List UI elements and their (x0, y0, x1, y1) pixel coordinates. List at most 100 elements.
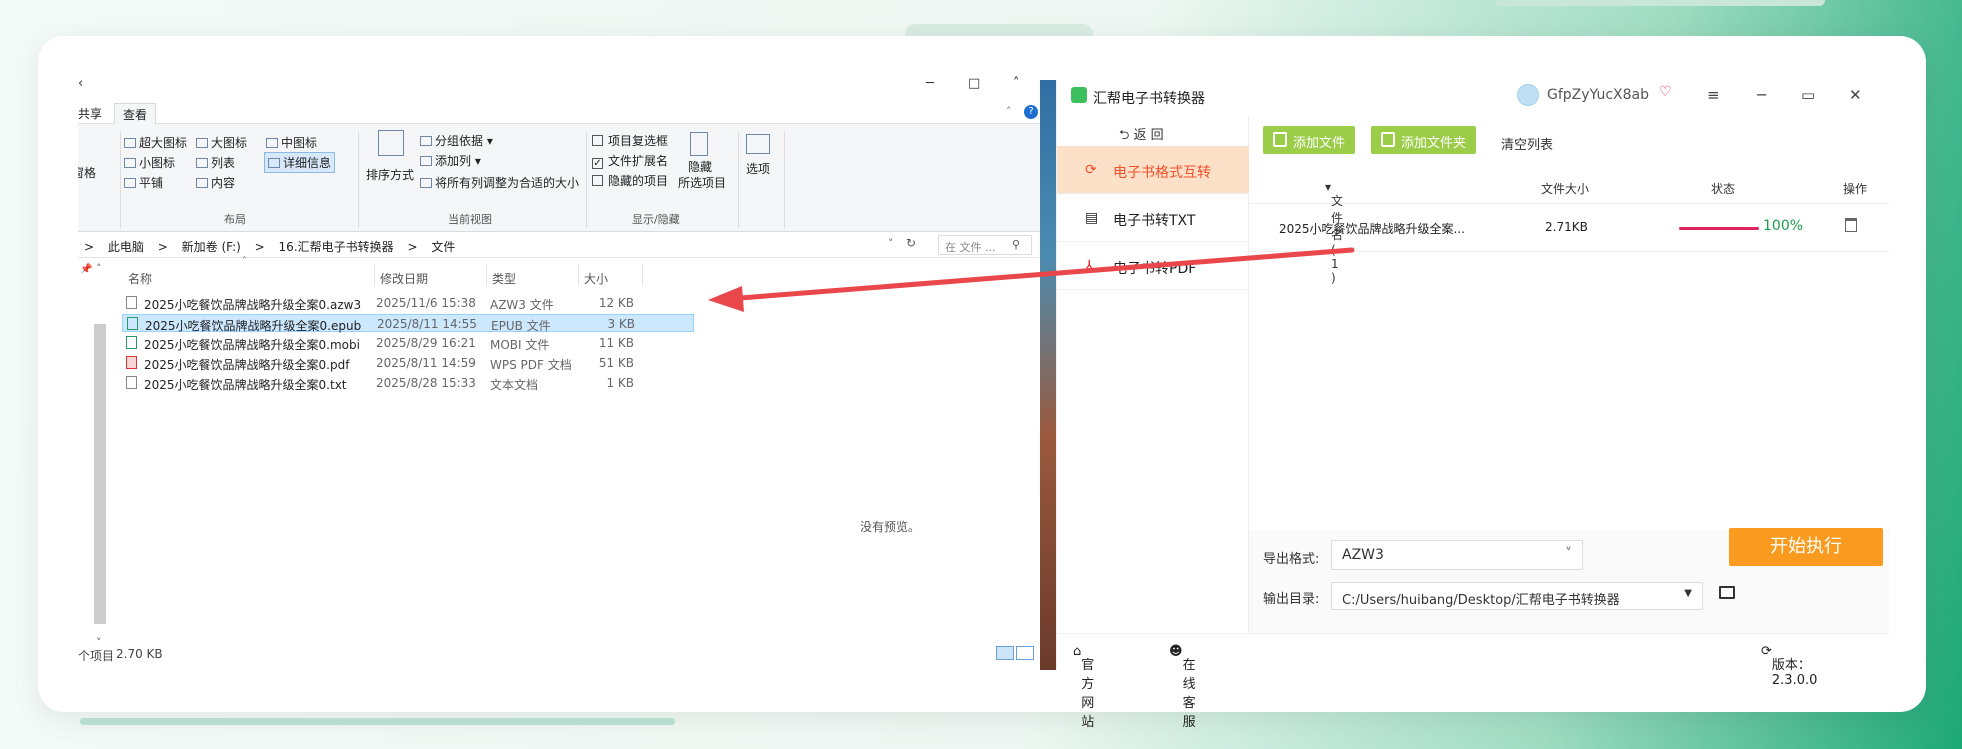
output-dir-select[interactable]: C:/Users/huibang/Desktop/汇帮电子书转换器 ▼ (1331, 582, 1703, 610)
column-header-date[interactable]: 修改日期 (380, 270, 428, 287)
layout-extra-large[interactable]: 超大图标 (124, 134, 187, 151)
avatar[interactable] (1517, 84, 1539, 106)
folder-open-icon[interactable] (1719, 586, 1735, 599)
back-button[interactable]: ⮌ 返 回 (1119, 124, 1164, 148)
collapse-ribbon-button[interactable]: ˄ (1013, 76, 1020, 91)
item-checkbox-toggle[interactable]: 项目复选框 (592, 132, 668, 149)
add-file-icon (1273, 132, 1287, 147)
row-filename: 2025小吃餐饮品牌战略升级全案... (1279, 222, 1465, 236)
start-button[interactable]: 开始执行 (1729, 528, 1883, 566)
options-icon (746, 134, 770, 154)
clear-list-button[interactable]: 清空列表 (1501, 134, 1553, 153)
hide-selected-button[interactable]: 隐藏 (688, 158, 712, 175)
maximize-icon[interactable]: ▭ (1801, 86, 1815, 104)
file-row-txt[interactable]: 2025小吃餐饮品牌战略升级全案0.txt 2025/8/28 15:33 文本… (122, 374, 694, 392)
crumb-drive[interactable]: 新加卷 (F:) (182, 240, 241, 254)
pane-label[interactable]: 窗格 (78, 164, 96, 181)
pdf-icon (126, 356, 137, 369)
file-row-pdf[interactable]: 2025小吃餐饮品牌战略升级全案0.pdf 2025/8/11 14:59 WP… (122, 354, 694, 372)
tab-share[interactable]: 共享 (78, 103, 110, 124)
progress-bar (1679, 227, 1759, 230)
file-size: 51 KB (598, 356, 634, 370)
details-view-icon[interactable] (996, 646, 1014, 660)
column-header-size[interactable]: 大小 (584, 270, 608, 287)
file-name: 2025小吃餐饮品牌战略升级全案0.epub (145, 319, 362, 333)
layout-details[interactable]: 详细信息 (264, 152, 336, 173)
column-header-action: 操作 (1843, 182, 1868, 196)
sidebar-item-to-pdf[interactable]: ⅄ 电子书转PDF (1057, 242, 1249, 290)
tab-view[interactable]: 查看 (114, 103, 157, 125)
table-row[interactable]: 2025小吃餐饮品牌战略升级全案... 2.71KB 100% (1249, 204, 1889, 252)
trash-icon[interactable] (1845, 218, 1857, 232)
version-label: ⟳ 版本： 2.3.0.0 (1761, 644, 1818, 688)
file-size: 12 KB (598, 296, 634, 310)
file-icon (126, 296, 137, 309)
hide-selected-label-2[interactable]: 所选项目 (678, 174, 726, 191)
address-bar[interactable]: > 此电脑 > 新加卷 (F:) > 16.汇帮电子书转换器 > 文件 ˅ ↻ … (78, 232, 1040, 258)
selection-size: 2.70 KB (116, 647, 163, 661)
file-type: 文本文档 (490, 378, 539, 392)
layout-small[interactable]: 小图标 (124, 154, 175, 171)
file-type: AZW3 文件 (490, 298, 554, 312)
file-row-mobi[interactable]: 2025小吃餐饮品牌战略升级全案0.mobi 2025/8/29 16:21 M… (122, 334, 694, 352)
help-icon[interactable]: ? (1024, 105, 1038, 119)
vip-badge-icon[interactable]: ♡ (1659, 84, 1672, 100)
layout-list[interactable]: 列表 (196, 154, 235, 171)
status-bar: 个项目 2.70 KB (78, 644, 1040, 666)
close-icon[interactable]: ✕ (1849, 86, 1862, 104)
file-row-azw3[interactable]: 2025小吃餐饮品牌战略升级全案0.azw3 2025/11/6 15:38 A… (122, 294, 694, 312)
ribbon-tabs: 共享 查看 ˄ ? (78, 102, 1040, 125)
crumb-folder[interactable]: 16.汇帮电子书转换器 (279, 240, 394, 254)
column-header-type[interactable]: 类型 (492, 270, 516, 287)
converter-app-window: 汇帮电子书转换器 GfpZyYucX8ab ♡ ≡ ─ ▭ ✕ ⮌ 返 回 ⟳ … (1056, 80, 1889, 730)
menu-icon[interactable]: ≡ (1707, 86, 1720, 104)
app-footer: ⌂ 官方网站 ☻ 在线客服 ⟳ 版本： 2.3.0.0 (1057, 633, 1889, 730)
chevron-up-icon[interactable]: ˄ (1006, 105, 1012, 118)
file-type: WPS PDF 文档 (490, 358, 572, 372)
column-header-status: 状态 (1711, 182, 1736, 196)
fit-columns-button[interactable]: 将所有列调整为合适的大小 (420, 174, 579, 191)
export-format-select[interactable]: AZW3 ˅ (1331, 540, 1583, 570)
sort-icon[interactable] (378, 130, 404, 156)
group-by-button[interactable]: 分组依据 ▾ (420, 132, 493, 149)
layout-content[interactable]: 内容 (196, 174, 235, 191)
refresh-icon[interactable]: ↻ (906, 236, 916, 250)
file-size: 11 KB (598, 336, 634, 350)
background-decoration (1495, 0, 1825, 6)
layout-medium[interactable]: 中图标 (266, 134, 317, 151)
file-extension-toggle[interactable]: ✓ 文件扩展名 (592, 152, 668, 169)
crumb-current[interactable]: 文件 (431, 240, 455, 254)
column-header-filename[interactable]: ▾ 文件名 ( 1 ) (1325, 180, 1343, 285)
file-explorer-window: ‹ ─ □ ˄ 共享 查看 ˄ ? 窗格 超大图标 大图标 中图标 小图标 列表… (78, 72, 1040, 672)
file-row-epub[interactable]: 2025小吃餐饮品牌战略升级全案0.epub 2025/8/11 14:55 E… (122, 314, 694, 333)
crumb-this-pc[interactable]: 此电脑 (108, 240, 144, 254)
maximize-button[interactable]: □ (968, 76, 980, 91)
minimize-icon[interactable]: ─ (1757, 86, 1766, 104)
caret-down-icon: ▼ (1684, 588, 1692, 599)
add-folder-button[interactable]: 添加文件夹 (1371, 126, 1477, 154)
add-file-button[interactable]: 添加文件 (1263, 126, 1356, 154)
add-column-button[interactable]: 添加列 ▾ (420, 152, 481, 169)
file-name: 2025小吃餐饮品牌战略升级全案0.mobi (144, 338, 360, 352)
minimize-button[interactable]: ─ (926, 76, 934, 91)
hidden-items-toggle[interactable]: 隐藏的项目 (592, 172, 668, 189)
layout-tiles[interactable]: 平铺 (124, 174, 163, 191)
online-support-link[interactable]: ☻ 在线客服 (1169, 644, 1196, 730)
quick-access-arrow-icon[interactable]: ‹ (78, 76, 83, 91)
sidebar-item-to-txt[interactable]: ▤ 电子书转TXT (1057, 194, 1249, 242)
scroll-up-icon[interactable]: ˄ (96, 262, 102, 275)
sidebar-item-format-convert[interactable]: ⟳ 电子书格式互转 (1057, 146, 1249, 194)
sort-by-button[interactable]: 排序方式 (366, 166, 414, 183)
sidebar: ⮌ 返 回 ⟳ 电子书格式互转 ▤ 电子书转TXT ⅄ 电子书转PDF (1057, 116, 1249, 633)
export-format-label: 导出格式: (1263, 552, 1320, 567)
explorer-titlebar: ‹ ─ □ ˄ (78, 72, 1040, 102)
large-icons-view-icon[interactable] (1016, 646, 1034, 660)
username[interactable]: GfpZyYucX8ab (1547, 87, 1649, 103)
chevron-down-icon[interactable]: ˅ (888, 237, 894, 250)
nav-pane-scrollbar[interactable] (94, 324, 106, 624)
official-site-link[interactable]: ⌂ 官方网站 (1073, 644, 1094, 730)
options-button[interactable]: 选项 (746, 160, 770, 177)
layout-large[interactable]: 大图标 (196, 134, 247, 151)
app-title: 汇帮电子书转换器 (1093, 91, 1205, 107)
column-header-name[interactable]: 名称 (128, 270, 152, 287)
